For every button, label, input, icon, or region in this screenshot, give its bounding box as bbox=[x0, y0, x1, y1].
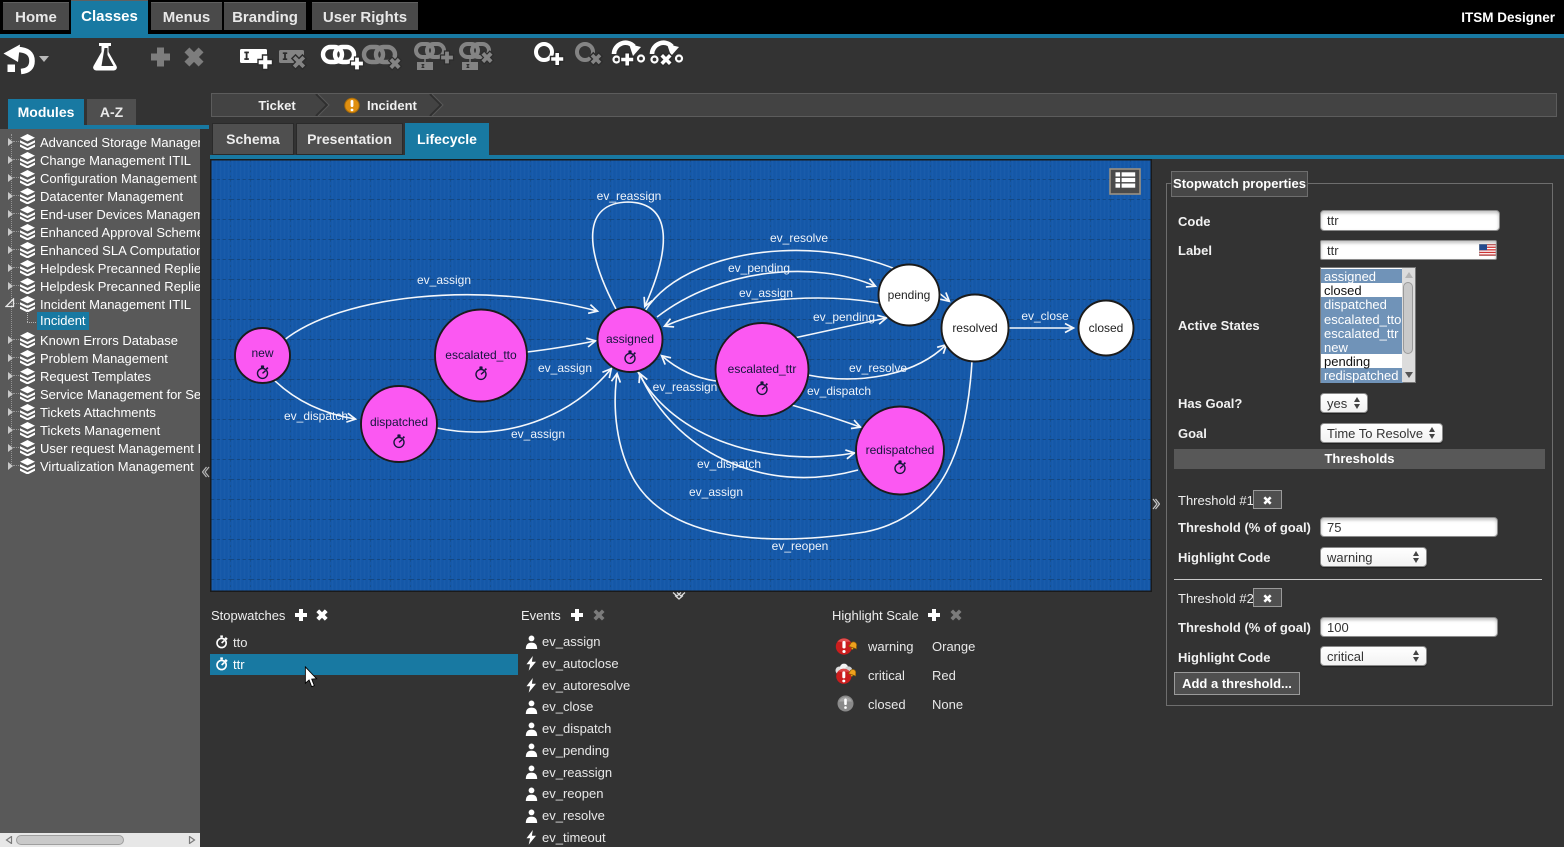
svg-text:escalated_ttr: escalated_ttr bbox=[728, 362, 797, 376]
svg-text:new: new bbox=[251, 346, 273, 360]
svg-text:ev_assign: ev_assign bbox=[417, 273, 471, 287]
svg-text:ev_resolve: ev_resolve bbox=[849, 361, 907, 375]
svg-text:ev_dispatch: ev_dispatch bbox=[697, 457, 761, 471]
svg-text:ev_reassign: ev_reassign bbox=[597, 189, 662, 203]
svg-text:ev_assign: ev_assign bbox=[538, 361, 592, 375]
svg-text:ev_assign: ev_assign bbox=[511, 427, 565, 441]
svg-text:assigned: assigned bbox=[606, 332, 654, 346]
svg-text:ev_resolve: ev_resolve bbox=[770, 231, 828, 245]
svg-text:ev_pending: ev_pending bbox=[813, 310, 875, 324]
svg-text:ev_pending: ev_pending bbox=[728, 261, 790, 275]
svg-text:ev_reopen: ev_reopen bbox=[772, 539, 829, 553]
svg-text:ev_reassign: ev_reassign bbox=[653, 380, 718, 394]
svg-text:ev_assign: ev_assign bbox=[689, 485, 743, 499]
svg-text:pending: pending bbox=[888, 288, 931, 302]
svg-text:ev_dispatch: ev_dispatch bbox=[284, 409, 348, 423]
svg-text:escalated_tto: escalated_tto bbox=[445, 348, 517, 362]
svg-text:closed: closed bbox=[1089, 321, 1124, 335]
svg-text:ev_close: ev_close bbox=[1021, 309, 1069, 323]
svg-text:resolved: resolved bbox=[952, 321, 997, 335]
svg-text:dispatched: dispatched bbox=[370, 415, 428, 429]
svg-text:ev_assign: ev_assign bbox=[739, 286, 793, 300]
svg-text:ev_dispatch: ev_dispatch bbox=[807, 384, 871, 398]
svg-text:redispatched: redispatched bbox=[866, 443, 935, 457]
